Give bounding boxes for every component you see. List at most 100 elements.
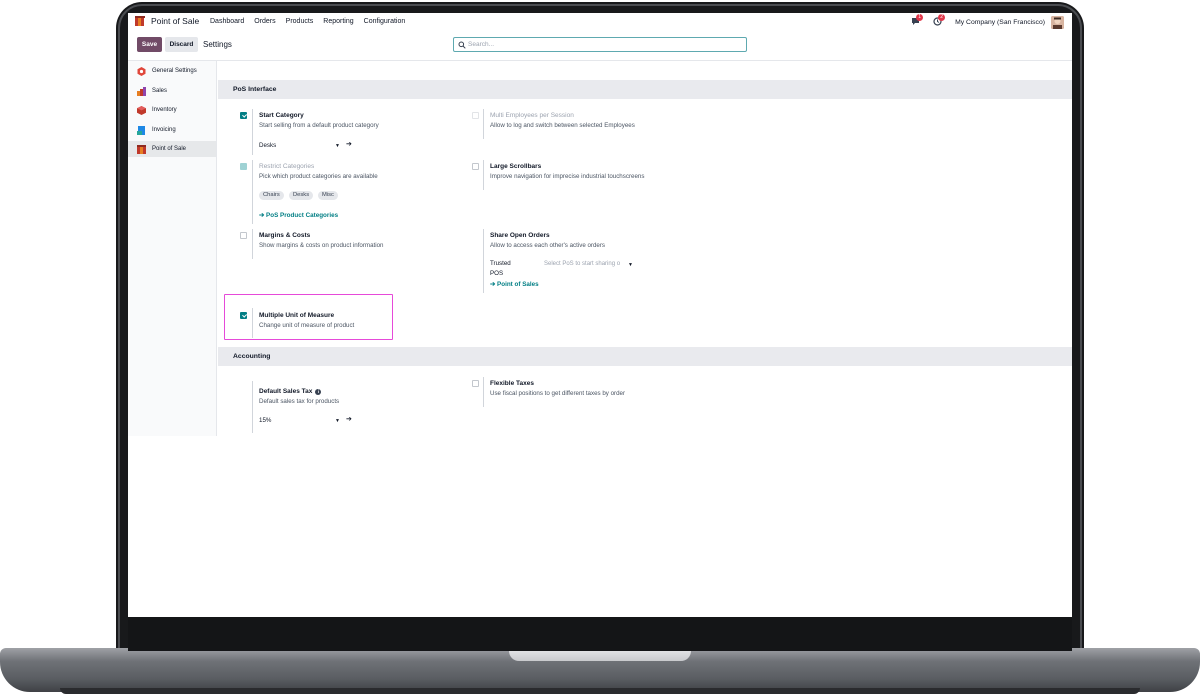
control-panel: Save Discard Settings	[128, 31, 1072, 61]
restrict-categories-title: Restrict Categories	[259, 163, 315, 170]
multiple-uom-checkbox[interactable]	[240, 312, 247, 319]
start-category-desc: Start selling from a default product cat…	[259, 122, 379, 129]
search-icon	[458, 41, 466, 49]
restrict-categories-desc: Pick which product categories are availa…	[259, 173, 378, 180]
flexible-taxes-desc: Use fiscal positions to get different ta…	[490, 390, 626, 397]
section-header-pos-interface: PoS Interface	[218, 80, 1072, 99]
activities-badge: 2	[938, 14, 946, 21]
messages-button[interactable]: 1	[911, 14, 924, 27]
category-tag[interactable]: Desks	[289, 191, 314, 200]
nav-menu: Dashboard Orders Products Reporting Conf…	[210, 18, 415, 25]
sidebar-item-label: Sales	[152, 88, 168, 94]
sidebar-item-label: Inventory	[152, 107, 177, 113]
margins-costs-checkbox[interactable]	[240, 232, 247, 239]
discard-button[interactable]: Discard	[165, 37, 198, 52]
setting-divider	[252, 308, 253, 338]
sidebar-item-invoicing[interactable]: Invoicing	[128, 122, 216, 138]
start-category-title: Start Category	[259, 112, 304, 119]
trusted-pos-label: Trusted	[490, 260, 511, 267]
margins-costs-desc: Show margins & costs on product informat…	[259, 242, 384, 249]
sidebar-item-point-of-sale[interactable]: Point of Sale	[128, 141, 216, 157]
pos-product-categories-link[interactable]: ➔ PoS Product Categories	[259, 212, 338, 219]
avatar-face-icon	[1051, 15, 1064, 29]
flexible-taxes-title: Flexible Taxes	[490, 380, 534, 387]
setting-divider	[483, 377, 484, 407]
setting-divider	[483, 229, 484, 293]
trusted-pos-select[interactable]: Select PoS to start sharing o	[544, 261, 620, 267]
setting-divider	[252, 381, 253, 433]
large-scrollbars-desc: Improve navigation for imprecise industr…	[490, 173, 645, 180]
category-tag[interactable]: Chairs	[259, 191, 284, 200]
menu-orders[interactable]: Orders	[254, 18, 275, 25]
multiple-uom-desc: Change unit of measure of product	[259, 322, 355, 329]
multi-employees-desc: Allow to log and switch between selected…	[490, 122, 635, 129]
margins-costs-title: Margins & Costs	[259, 232, 311, 239]
menu-reporting[interactable]: Reporting	[323, 18, 353, 25]
point-of-sales-link[interactable]: ➔ Point of Sales	[490, 281, 539, 288]
page-title: Settings	[203, 40, 232, 49]
sidebar-item-label: Point of Sale	[152, 146, 187, 152]
chevron-down-icon[interactable]: ▼	[628, 262, 633, 268]
menu-products[interactable]: Products	[286, 18, 314, 25]
flexible-taxes-checkbox[interactable]	[472, 380, 479, 387]
inventory-box-icon	[137, 105, 146, 115]
invoicing-doc-icon	[137, 125, 145, 135]
internal-link-arrow-icon[interactable]: ➔	[346, 140, 352, 148]
multi-employees-checkbox[interactable]	[472, 112, 479, 119]
large-scrollbars-checkbox[interactable]	[472, 163, 479, 170]
navbar-right: 1 2 My Company (San Francisco)	[911, 14, 1064, 29]
company-switcher[interactable]: My Company (San Francisco)	[955, 19, 1045, 26]
share-open-orders-desc: Allow to access each other's active orde…	[490, 242, 606, 249]
category-tag[interactable]: Misc	[318, 191, 338, 200]
multiple-uom-title: Multiple Unit of Measure	[259, 312, 335, 319]
sidebar-item-sales[interactable]: Sales	[128, 83, 216, 99]
section-header-accounting: Accounting	[218, 347, 1072, 366]
link-label: Point of Sales	[497, 281, 539, 288]
multi-employees-title: Multi Employees per Session	[490, 112, 574, 119]
chevron-down-icon[interactable]: ▼	[335, 418, 340, 424]
app-name[interactable]: Point of Sale	[151, 16, 199, 26]
sidebar-item-label: General Settings	[152, 68, 197, 74]
start-category-select[interactable]: Desks	[259, 142, 276, 149]
default-sales-tax-select[interactable]: 15%	[259, 417, 271, 424]
save-button[interactable]: Save	[137, 37, 162, 52]
default-sales-tax-label: Default Sales Tax	[259, 388, 313, 395]
share-open-orders-title: Share Open Orders	[490, 232, 550, 239]
setting-divider	[483, 109, 484, 139]
menu-configuration[interactable]: Configuration	[364, 18, 406, 25]
screen-chin	[128, 617, 1072, 651]
default-sales-tax-desc: Default sales tax for products	[259, 398, 340, 405]
setting-divider	[252, 109, 253, 155]
restrict-categories-checkbox[interactable]	[240, 163, 247, 170]
link-label: PoS Product Categories	[266, 212, 339, 219]
sidebar-item-inventory[interactable]: Inventory	[128, 102, 216, 118]
chevron-down-icon[interactable]: ▼	[335, 143, 340, 149]
large-scrollbars-title: Large Scrollbars	[490, 163, 542, 170]
messages-badge: 1	[916, 14, 924, 21]
pos-app-icon[interactable]	[135, 16, 146, 27]
menu-dashboard[interactable]: Dashboard	[210, 18, 244, 25]
user-avatar[interactable]	[1051, 15, 1064, 29]
trusted-pos-label-2: POS	[490, 270, 504, 277]
setting-divider	[252, 229, 253, 259]
sidebar-item-general-settings[interactable]: General Settings	[128, 63, 216, 79]
section-title: Accounting	[233, 353, 271, 360]
sidebar-item-label: Invoicing	[152, 127, 176, 133]
settings-sidebar: General Settings Sales Inventory Invoici…	[128, 61, 217, 436]
screen: Point of Sale Dashboard Orders Products …	[128, 13, 1072, 617]
default-sales-tax-title: Default Sales Tax i	[259, 388, 322, 395]
laptop-foot	[60, 688, 1140, 694]
setting-divider	[483, 160, 484, 190]
top-navbar: Point of Sale Dashboard Orders Products …	[128, 13, 1072, 31]
pos-shop-icon	[137, 144, 146, 154]
section-title: PoS Interface	[233, 86, 277, 93]
info-icon[interactable]: i	[315, 388, 322, 395]
settings-hexagon-icon	[137, 66, 146, 76]
search-box[interactable]	[453, 37, 747, 52]
setting-divider	[252, 160, 253, 224]
search-input[interactable]	[468, 39, 738, 50]
internal-link-arrow-icon[interactable]: ➔	[346, 415, 352, 423]
sales-chart-icon	[137, 86, 146, 96]
start-category-checkbox[interactable]	[240, 112, 247, 119]
activities-button[interactable]: 2	[933, 14, 946, 27]
